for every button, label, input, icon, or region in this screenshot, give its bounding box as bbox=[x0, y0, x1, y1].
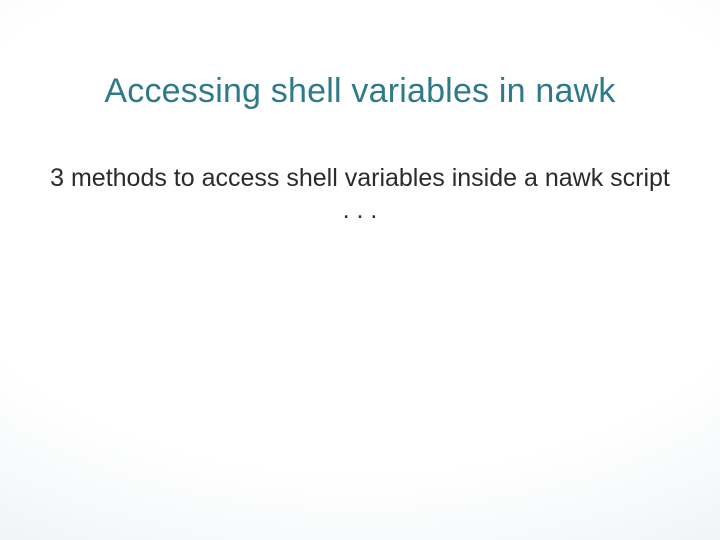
slide: Accessing shell variables in nawk 3 meth… bbox=[0, 0, 720, 540]
slide-title: Accessing shell variables in nawk bbox=[0, 72, 720, 111]
slide-body-text: 3 methods to access shell variables insi… bbox=[50, 162, 670, 226]
